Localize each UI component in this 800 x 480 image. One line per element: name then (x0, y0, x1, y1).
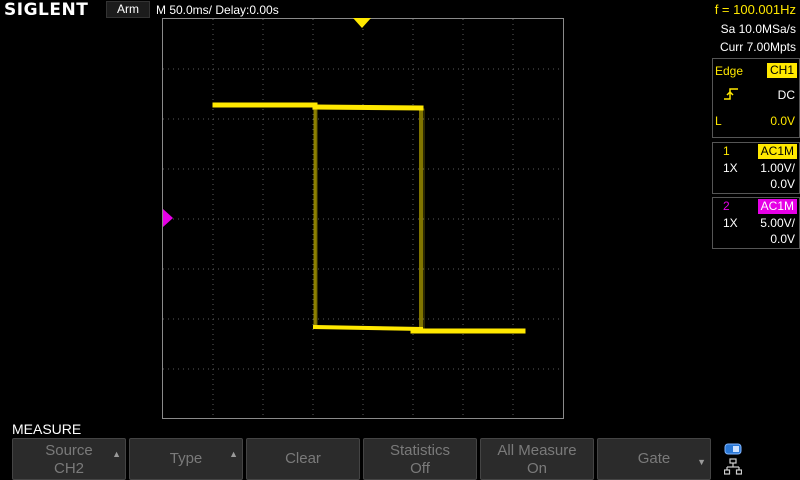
trigger-type: Edge (715, 64, 744, 78)
memory-depth: Curr 7.00Mpts (719, 40, 796, 54)
all-measure-label: All Measure (497, 442, 577, 459)
softkey-bar: Source CH2 ▲ Type ▲ Clear Statistics Off… (12, 438, 712, 480)
type-softkey[interactable]: Type ▲ (129, 438, 243, 480)
all-measure-softkey[interactable]: All Measure On (480, 438, 594, 480)
source-label: Source (45, 442, 93, 459)
channel-2-scale: 5.00V/ (760, 216, 795, 230)
channel-1-offset: 0.0V (770, 177, 795, 191)
channel-1-coupling: AC1M (757, 144, 797, 159)
acquisition-status: Arm (106, 1, 150, 18)
menu-title: MEASURE (12, 421, 82, 437)
trigger-source: CH1 (766, 63, 797, 78)
channel-2-probe: 1X (723, 216, 738, 230)
trigger-level: 0.0V (770, 114, 795, 128)
frequency-counter: f = 100.001Hz (714, 2, 796, 17)
clear-label: Clear (285, 450, 321, 467)
waveform-trace (212, 102, 526, 334)
brand-logo: SIGLENT (4, 0, 89, 20)
status-tray (712, 438, 800, 480)
waveform-display[interactable] (162, 18, 564, 419)
sample-rate: Sa 10.0MSa/s (720, 22, 796, 36)
type-label: Type (169, 450, 203, 467)
statistics-softkey[interactable]: Statistics Off (363, 438, 477, 480)
info-panel: Sa 10.0MSa/s Curr 7.00Mpts Edge CH1 DC L… (712, 20, 800, 250)
waveform-canvas (163, 19, 563, 419)
top-status-bar: SIGLENT Arm M 50.0ms/ Delay:0.00s f = 10… (0, 0, 800, 20)
channel-1-number: 1 (723, 144, 730, 158)
channel-2-offset-marker[interactable] (163, 209, 173, 227)
up-arrow-icon: ▲ (112, 449, 121, 459)
channel-1-probe: 1X (723, 161, 738, 175)
clear-softkey[interactable]: Clear (246, 438, 360, 480)
all-measure-value: On (526, 460, 547, 477)
timebase-readout: M 50.0ms/ Delay:0.00s (156, 3, 279, 17)
gate-label: Gate (637, 450, 671, 467)
statistics-value: Off (410, 460, 430, 477)
channel-2-offset: 0.0V (770, 232, 795, 246)
gate-softkey[interactable]: Gate ▼ (597, 438, 711, 480)
channel-1-panel[interactable]: 1 AC1M 1X 1.00V/ 0.0V (712, 142, 800, 194)
trigger-position-marker[interactable] (353, 18, 371, 28)
source-softkey[interactable]: Source CH2 ▲ (12, 438, 126, 480)
channel-2-coupling: AC1M (757, 199, 797, 214)
channel-1-scale: 1.00V/ (760, 161, 795, 175)
channel-2-number: 2 (723, 199, 730, 213)
source-value: CH2 (53, 460, 84, 477)
channel-2-panel[interactable]: 2 AC1M 1X 5.00V/ 0.0V (712, 197, 800, 249)
trigger-panel[interactable]: Edge CH1 DC L 0.0V (712, 58, 800, 138)
up-arrow-icon: ▲ (229, 449, 238, 459)
network-icon (723, 458, 743, 480)
graticule (163, 19, 563, 419)
down-arrow-icon: ▼ (697, 457, 706, 467)
trigger-coupling: DC (777, 88, 795, 102)
trigger-level-label: L (715, 114, 722, 128)
statistics-label: Statistics (389, 442, 450, 459)
rising-edge-icon (723, 86, 739, 105)
